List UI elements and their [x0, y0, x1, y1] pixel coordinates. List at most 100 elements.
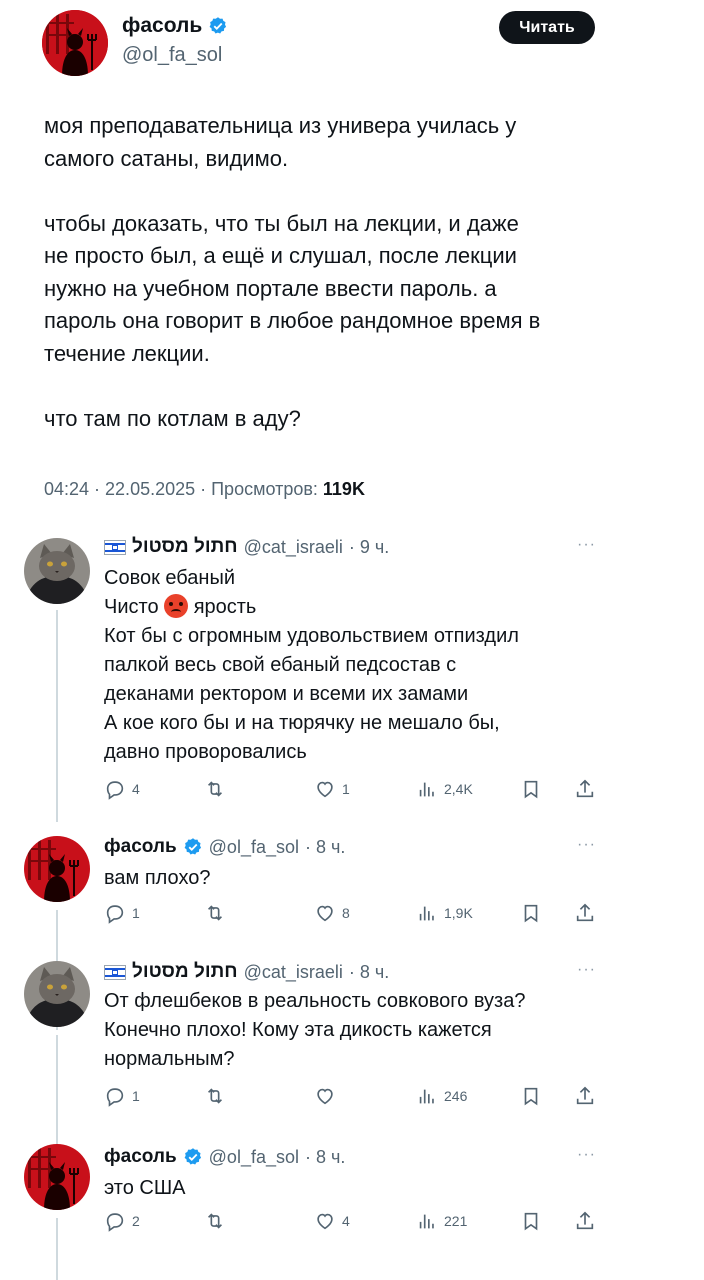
- display-name[interactable]: фасоль: [122, 14, 202, 38]
- reply-icon: [104, 1085, 126, 1107]
- user-handle[interactable]: @ol_fa_sol: [209, 837, 299, 858]
- thread-line: [56, 1218, 58, 1280]
- reply-time[interactable]: · 9 ч.: [349, 537, 389, 558]
- avatar[interactable]: [24, 836, 90, 902]
- share-icon: [574, 778, 596, 800]
- tweet-body: моя преподавательница из универа училась…: [44, 110, 634, 435]
- like-button[interactable]: 4: [314, 1210, 350, 1232]
- action-bar: 2 4 221: [104, 1210, 604, 1234]
- tweet-line: моя преподавательница из универа училась…: [44, 113, 517, 138]
- reply-count: 1: [132, 1088, 140, 1104]
- bookmark-button[interactable]: [520, 1085, 542, 1107]
- reply-line: палкой весь свой ебаный педсостав с: [104, 654, 457, 676]
- display-name[interactable]: חתול מסטול: [132, 536, 238, 558]
- devil-avatar-image: [24, 1144, 90, 1210]
- user-handle[interactable]: @ol_fa_sol: [209, 1147, 299, 1168]
- bookmark-icon: [520, 1210, 542, 1232]
- thread-line: [56, 610, 58, 822]
- user-handle[interactable]: @cat_israeli: [244, 537, 343, 558]
- user-handle[interactable]: @cat_israeli: [244, 962, 343, 983]
- devil-avatar-image: [24, 836, 90, 902]
- retweet-button[interactable]: [204, 1085, 232, 1107]
- retweet-button[interactable]: [204, 902, 232, 924]
- retweet-icon: [204, 1085, 226, 1107]
- like-button[interactable]: 8: [314, 902, 350, 924]
- more-icon[interactable]: ···: [577, 1146, 596, 1164]
- more-icon[interactable]: ···: [577, 961, 596, 979]
- bookmark-icon: [520, 902, 542, 924]
- israel-flag-icon: [104, 539, 126, 555]
- reply-line: нормальным?: [104, 1048, 235, 1070]
- user-handle[interactable]: @ol_fa_sol: [122, 44, 222, 67]
- tweet-line: чтобы доказать, что ты был на лекции, и …: [44, 210, 519, 236]
- reply-line: это США: [104, 1177, 186, 1199]
- follow-button[interactable]: Читать: [499, 11, 595, 44]
- timestamp-and-views-label[interactable]: 04:24 · 22.05.2025 · Просмотров:: [44, 479, 323, 499]
- tweet-line: не просто был, а ещё и слушал, после лек…: [44, 243, 517, 268]
- thread-line: [56, 1035, 58, 1145]
- reply-button[interactable]: 1: [104, 902, 140, 924]
- share-button[interactable]: [574, 902, 596, 924]
- tweet-line: нужно на учебном портале ввести пароль. …: [44, 275, 497, 301]
- reply-time[interactable]: · 8 ч.: [305, 837, 345, 858]
- verified-badge-icon: [183, 1147, 203, 1167]
- reply-time[interactable]: · 8 ч.: [349, 962, 389, 983]
- reply-line: ярость: [193, 596, 257, 618]
- more-icon[interactable]: ···: [577, 536, 596, 554]
- views-button[interactable]: 246: [416, 1085, 467, 1107]
- retweet-icon: [204, 778, 226, 800]
- reply-body: Совок ебаный Чисто ярость Кот бы с огром…: [104, 564, 604, 767]
- tweet-line: пароль она говорит в любое рандомное вре…: [44, 308, 541, 333]
- share-button[interactable]: [574, 1210, 596, 1232]
- bookmark-button[interactable]: [520, 1210, 542, 1232]
- reply-icon: [104, 778, 126, 800]
- reply-line: Конечно плохо! Кому эта дикость кажется: [104, 1019, 492, 1041]
- like-icon: [314, 902, 336, 924]
- views-count: 1,9K: [444, 905, 473, 921]
- views-button[interactable]: 1,9K: [416, 902, 473, 924]
- reply-line: Кот бы с огромным удовольствием отпиздил: [104, 625, 519, 647]
- reply-line: вам плохо?: [104, 867, 211, 889]
- reply-count: 2: [132, 1213, 140, 1229]
- reply-button[interactable]: 4: [104, 778, 140, 800]
- display-name[interactable]: фасоль: [104, 836, 177, 858]
- like-button[interactable]: 1: [314, 778, 350, 800]
- reply-line: давно проворовались: [104, 741, 307, 763]
- action-bar: 4 1 2,4K: [104, 778, 604, 802]
- like-count: 8: [342, 905, 350, 921]
- bookmark-button[interactable]: [520, 778, 542, 800]
- display-name[interactable]: фасоль: [104, 1146, 177, 1168]
- views-button[interactable]: 2,4K: [416, 778, 473, 800]
- bookmark-icon: [520, 1085, 542, 1107]
- avatar[interactable]: [42, 10, 108, 76]
- views-count: 246: [444, 1088, 468, 1104]
- share-button[interactable]: [574, 778, 596, 800]
- retweet-button[interactable]: [204, 778, 232, 800]
- bookmark-button[interactable]: [520, 902, 542, 924]
- views-button[interactable]: 221: [416, 1210, 467, 1232]
- display-name[interactable]: חתול מסטול: [132, 961, 238, 983]
- reply-line: деканами ректором и всеми их замами: [104, 683, 469, 705]
- share-icon: [574, 1085, 596, 1107]
- avatar[interactable]: [24, 538, 90, 604]
- views-count: 119K: [322, 479, 365, 499]
- retweet-icon: [204, 1210, 226, 1232]
- views-icon: [416, 1085, 438, 1107]
- reply-body: вам плохо?: [104, 864, 604, 893]
- reply-time[interactable]: · 8 ч.: [305, 1147, 345, 1168]
- reply-icon: [104, 1210, 126, 1232]
- reply-button[interactable]: 1: [104, 1085, 140, 1107]
- share-icon: [574, 902, 596, 924]
- views-icon: [416, 778, 438, 800]
- like-icon: [314, 1085, 336, 1107]
- more-icon[interactable]: ···: [577, 836, 596, 854]
- views-icon: [416, 902, 438, 924]
- share-button[interactable]: [574, 1085, 596, 1107]
- avatar[interactable]: [24, 961, 90, 1027]
- reply-button[interactable]: 2: [104, 1210, 140, 1232]
- avatar[interactable]: [24, 1144, 90, 1210]
- reply-line: Совок ебаный: [104, 567, 236, 589]
- retweet-button[interactable]: [204, 1210, 232, 1232]
- like-button[interactable]: [314, 1085, 342, 1107]
- views-count: 221: [444, 1213, 468, 1229]
